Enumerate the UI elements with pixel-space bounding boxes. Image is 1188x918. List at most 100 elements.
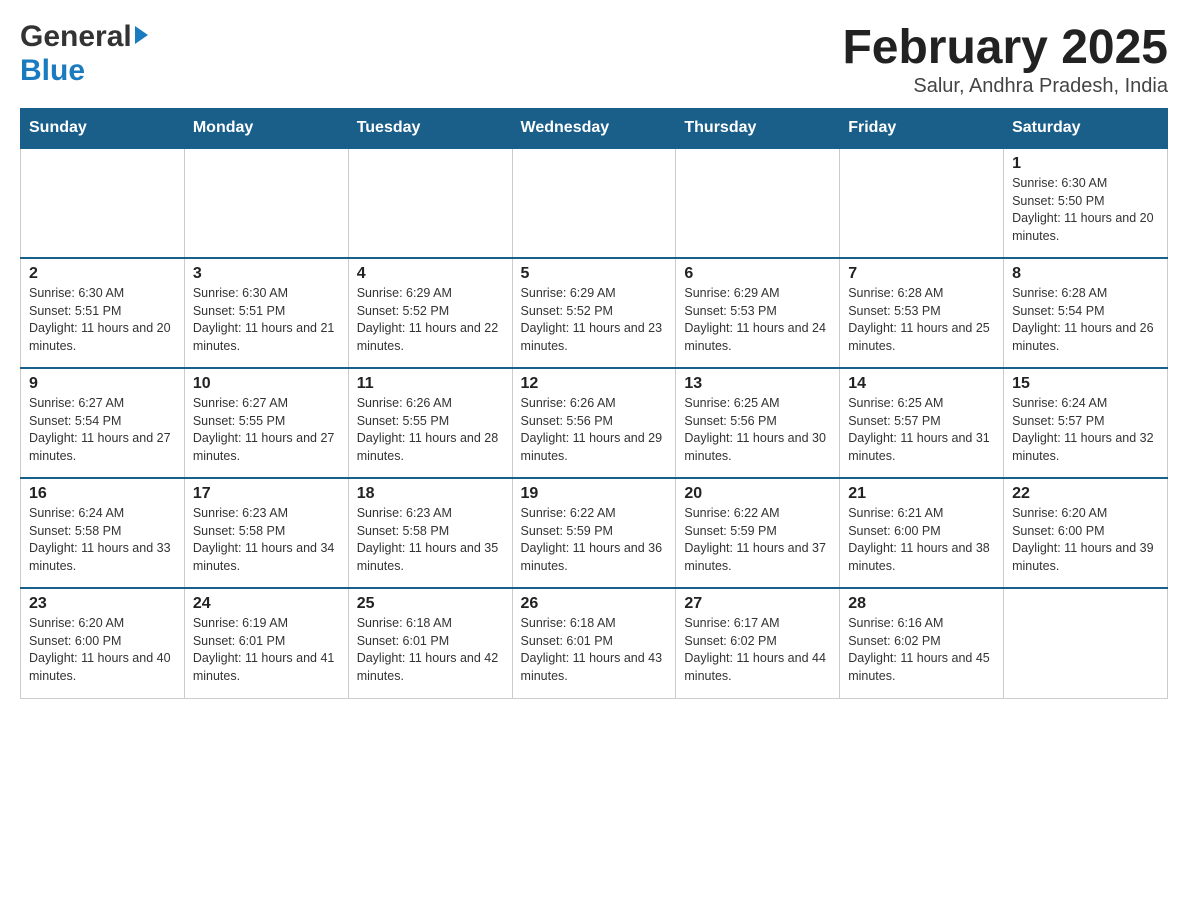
calendar-cell: 14Sunrise: 6:25 AMSunset: 5:57 PMDayligh… bbox=[840, 368, 1004, 478]
calendar-week-row: 1 Sunrise: 6:30 AMSunset: 5:50 PMDaylight… bbox=[21, 148, 1168, 258]
day-info: Sunrise: 6:26 AMSunset: 5:55 PMDaylight:… bbox=[357, 395, 504, 465]
calendar-cell: 17 Sunrise: 6:23 AMSunset: 5:58 PMDayligh… bbox=[184, 478, 348, 588]
day-number: 10 bbox=[193, 375, 340, 393]
day-info: Sunrise: 6:16 AMSunset: 6:02 PMDaylight:… bbox=[848, 615, 995, 685]
calendar-cell: 26 Sunrise: 6:18 AMSunset: 6:01 PMDayligh… bbox=[512, 588, 676, 698]
day-info: Sunrise: 6:18 AMSunset: 6:01 PMDaylight:… bbox=[357, 615, 504, 685]
day-info: Sunrise: 6:26 AMSunset: 5:56 PMDaylight:… bbox=[521, 395, 668, 465]
calendar-cell: 18 Sunrise: 6:23 AMSunset: 5:58 PMDayligh… bbox=[348, 478, 512, 588]
day-info: Sunrise: 6:20 AMSunset: 6:00 PMDaylight:… bbox=[1012, 505, 1159, 575]
day-of-week-header: Monday bbox=[184, 109, 348, 149]
day-of-week-header: Thursday bbox=[676, 109, 840, 149]
day-number: 16 bbox=[29, 485, 176, 503]
day-info: Sunrise: 6:24 AMSunset: 5:57 PMDaylight:… bbox=[1012, 395, 1159, 465]
day-number: 23 bbox=[29, 595, 176, 613]
day-info: Sunrise: 6:23 AMSunset: 5:58 PMDaylight:… bbox=[193, 505, 340, 575]
logo-blue-text: Blue bbox=[20, 54, 85, 88]
day-number: 14 bbox=[848, 375, 995, 393]
calendar-table: SundayMondayTuesdayWednesdayThursdayFrid… bbox=[20, 108, 1168, 699]
day-of-week-header: Tuesday bbox=[348, 109, 512, 149]
day-number: 2 bbox=[29, 265, 176, 283]
day-info: Sunrise: 6:18 AMSunset: 6:01 PMDaylight:… bbox=[521, 615, 668, 685]
day-number: 4 bbox=[357, 265, 504, 283]
day-number: 3 bbox=[193, 265, 340, 283]
day-number: 18 bbox=[357, 485, 504, 503]
day-number: 25 bbox=[357, 595, 504, 613]
calendar-cell: 27 Sunrise: 6:17 AMSunset: 6:02 PMDayligh… bbox=[676, 588, 840, 698]
calendar-cell: 1 Sunrise: 6:30 AMSunset: 5:50 PMDaylight… bbox=[1004, 148, 1168, 258]
calendar-cell bbox=[676, 148, 840, 258]
day-number: 5 bbox=[521, 265, 668, 283]
day-number: 26 bbox=[521, 595, 668, 613]
day-of-week-header: Saturday bbox=[1004, 109, 1168, 149]
day-number: 15 bbox=[1012, 375, 1159, 393]
calendar-cell: 23 Sunrise: 6:20 AMSunset: 6:00 PMDayligh… bbox=[21, 588, 185, 698]
calendar-cell: 11 Sunrise: 6:26 AMSunset: 5:55 PMDayligh… bbox=[348, 368, 512, 478]
calendar-cell bbox=[21, 148, 185, 258]
day-number: 22 bbox=[1012, 485, 1159, 503]
day-info: Sunrise: 6:22 AMSunset: 5:59 PMDaylight:… bbox=[521, 505, 668, 575]
day-number: 6 bbox=[684, 265, 831, 283]
calendar-cell: 8Sunrise: 6:28 AMSunset: 5:54 PMDaylight… bbox=[1004, 258, 1168, 368]
title-block: February 2025 Salur, Andhra Pradesh, Ind… bbox=[842, 20, 1168, 98]
day-number: 13 bbox=[684, 375, 831, 393]
day-number: 11 bbox=[357, 375, 504, 393]
day-of-week-header: Friday bbox=[840, 109, 1004, 149]
calendar-week-row: 23 Sunrise: 6:20 AMSunset: 6:00 PMDayligh… bbox=[21, 588, 1168, 698]
day-info: Sunrise: 6:17 AMSunset: 6:02 PMDaylight:… bbox=[684, 615, 831, 685]
calendar-cell: 9Sunrise: 6:27 AMSunset: 5:54 PMDaylight… bbox=[21, 368, 185, 478]
calendar-cell: 12Sunrise: 6:26 AMSunset: 5:56 PMDayligh… bbox=[512, 368, 676, 478]
calendar-cell: 15 Sunrise: 6:24 AMSunset: 5:57 PMDayligh… bbox=[1004, 368, 1168, 478]
calendar-cell bbox=[1004, 588, 1168, 698]
calendar-cell: 3 Sunrise: 6:30 AMSunset: 5:51 PMDaylight… bbox=[184, 258, 348, 368]
day-number: 21 bbox=[848, 485, 995, 503]
calendar-cell bbox=[512, 148, 676, 258]
logo-triangle-icon bbox=[135, 26, 148, 44]
day-info: Sunrise: 6:30 AMSunset: 5:51 PMDaylight:… bbox=[193, 285, 340, 355]
day-info: Sunrise: 6:29 AMSunset: 5:53 PMDaylight:… bbox=[684, 285, 831, 355]
day-number: 20 bbox=[684, 485, 831, 503]
day-info: Sunrise: 6:21 AMSunset: 6:00 PMDaylight:… bbox=[848, 505, 995, 575]
day-info: Sunrise: 6:23 AMSunset: 5:58 PMDaylight:… bbox=[357, 505, 504, 575]
page-header: General Blue February 2025 Salur, Andhra… bbox=[20, 20, 1168, 98]
day-number: 1 bbox=[1012, 155, 1159, 173]
calendar-cell: 6 Sunrise: 6:29 AMSunset: 5:53 PMDaylight… bbox=[676, 258, 840, 368]
calendar-cell: 20 Sunrise: 6:22 AMSunset: 5:59 PMDayligh… bbox=[676, 478, 840, 588]
day-of-week-header: Wednesday bbox=[512, 109, 676, 149]
calendar-cell: 24 Sunrise: 6:19 AMSunset: 6:01 PMDayligh… bbox=[184, 588, 348, 698]
day-of-week-header: Sunday bbox=[21, 109, 185, 149]
day-number: 27 bbox=[684, 595, 831, 613]
calendar-week-row: 2 Sunrise: 6:30 AMSunset: 5:51 PMDaylight… bbox=[21, 258, 1168, 368]
calendar-cell bbox=[348, 148, 512, 258]
day-info: Sunrise: 6:30 AMSunset: 5:51 PMDaylight:… bbox=[29, 285, 176, 355]
day-info: Sunrise: 6:24 AMSunset: 5:58 PMDaylight:… bbox=[29, 505, 176, 575]
calendar-header-row: SundayMondayTuesdayWednesdayThursdayFrid… bbox=[21, 109, 1168, 149]
calendar-cell: 10 Sunrise: 6:27 AMSunset: 5:55 PMDayligh… bbox=[184, 368, 348, 478]
calendar-cell bbox=[840, 148, 1004, 258]
day-info: Sunrise: 6:20 AMSunset: 6:00 PMDaylight:… bbox=[29, 615, 176, 685]
day-number: 28 bbox=[848, 595, 995, 613]
month-title: February 2025 bbox=[842, 20, 1168, 75]
day-number: 19 bbox=[521, 485, 668, 503]
day-info: Sunrise: 6:27 AMSunset: 5:54 PMDaylight:… bbox=[29, 395, 176, 465]
day-info: Sunrise: 6:19 AMSunset: 6:01 PMDaylight:… bbox=[193, 615, 340, 685]
calendar-cell: 4 Sunrise: 6:29 AMSunset: 5:52 PMDaylight… bbox=[348, 258, 512, 368]
day-info: Sunrise: 6:28 AMSunset: 5:54 PMDaylight:… bbox=[1012, 285, 1159, 355]
day-number: 17 bbox=[193, 485, 340, 503]
day-info: Sunrise: 6:22 AMSunset: 5:59 PMDaylight:… bbox=[684, 505, 831, 575]
calendar-week-row: 9Sunrise: 6:27 AMSunset: 5:54 PMDaylight… bbox=[21, 368, 1168, 478]
day-info: Sunrise: 6:30 AMSunset: 5:50 PMDaylight:… bbox=[1012, 175, 1159, 245]
calendar-cell bbox=[184, 148, 348, 258]
calendar-cell: 7 Sunrise: 6:28 AMSunset: 5:53 PMDaylight… bbox=[840, 258, 1004, 368]
day-info: Sunrise: 6:27 AMSunset: 5:55 PMDaylight:… bbox=[193, 395, 340, 465]
day-info: Sunrise: 6:29 AMSunset: 5:52 PMDaylight:… bbox=[357, 285, 504, 355]
calendar-cell: 25 Sunrise: 6:18 AMSunset: 6:01 PMDayligh… bbox=[348, 588, 512, 698]
day-number: 24 bbox=[193, 595, 340, 613]
day-number: 7 bbox=[848, 265, 995, 283]
day-info: Sunrise: 6:28 AMSunset: 5:53 PMDaylight:… bbox=[848, 285, 995, 355]
logo-general-text: General bbox=[20, 20, 132, 54]
calendar-cell: 22 Sunrise: 6:20 AMSunset: 6:00 PMDayligh… bbox=[1004, 478, 1168, 588]
calendar-cell: 13 Sunrise: 6:25 AMSunset: 5:56 PMDayligh… bbox=[676, 368, 840, 478]
day-info: Sunrise: 6:25 AMSunset: 5:56 PMDaylight:… bbox=[684, 395, 831, 465]
location-text: Salur, Andhra Pradesh, India bbox=[842, 75, 1168, 98]
